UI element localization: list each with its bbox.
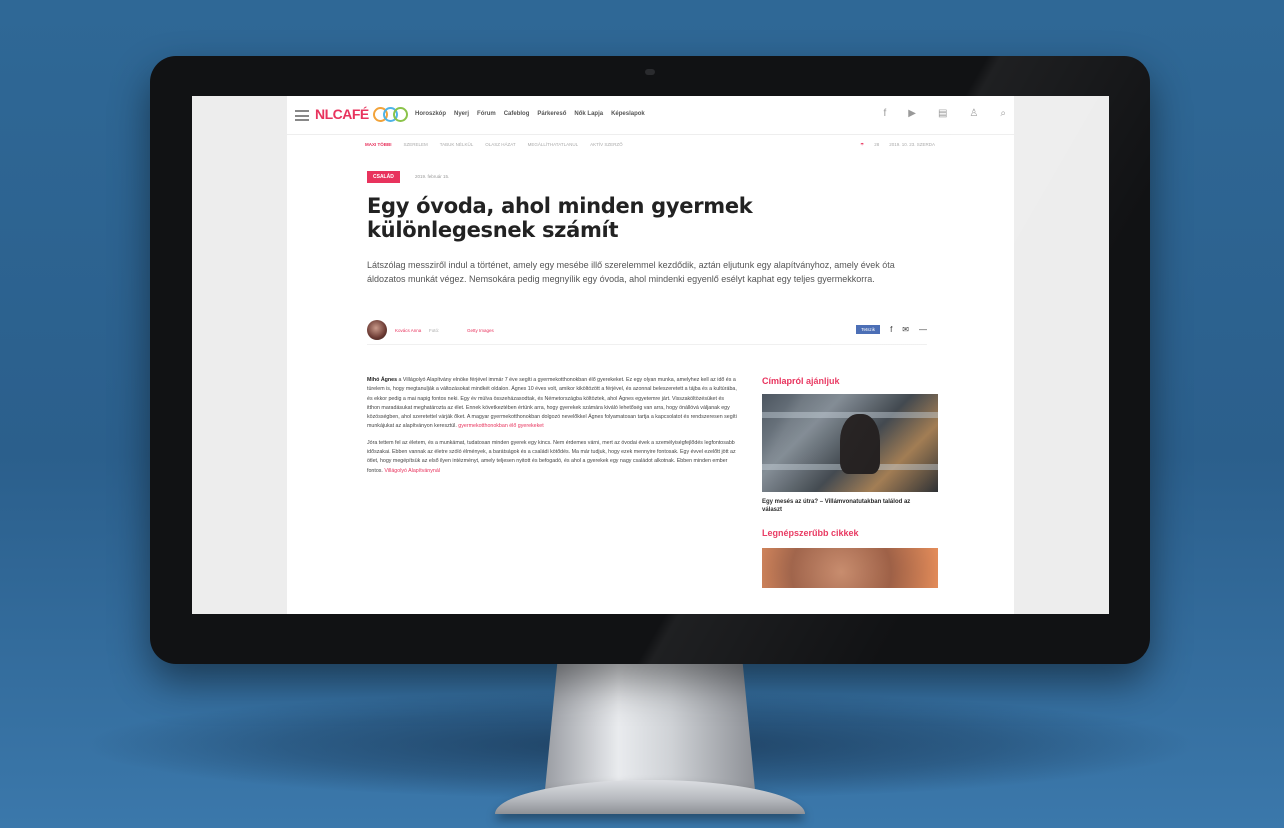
recommended-article-title[interactable]: Egy mesés az útra? – Villámvonatutakban … [762, 498, 922, 514]
paragraph: Jóra tettem fel az életem, és a munkámat… [367, 439, 737, 476]
screen: NLCAFÉ Horoszkóp Nyerj Fórum Cafeblog Pá… [192, 96, 1109, 614]
sub-navigation: MAXI TÖBBI SZERELEM TABUK NÉLKÜL OLASZ H… [365, 142, 935, 154]
popular-article-image[interactable] [762, 548, 938, 588]
sidebar-section-title: Címlapról ajánljuk [762, 376, 840, 386]
site-logo[interactable]: NLCAFÉ [315, 106, 369, 122]
top-navigation: NLCAFÉ Horoszkóp Nyerj Fórum Cafeblog Pá… [287, 96, 1014, 135]
author-avatar[interactable] [367, 320, 387, 340]
paragraph-text: a Villágolyó Alapítvány elnöke férjével … [367, 377, 737, 430]
subnav-item[interactable]: AKTÍV SZERZŐ [590, 142, 623, 154]
subnav-item[interactable]: TABUK NÉLKÜL [440, 142, 473, 154]
nav-link[interactable]: Párkereső [537, 111, 566, 117]
nav-link[interactable]: Képeslapok [611, 111, 645, 117]
email-share-icon[interactable]: ✉ [902, 325, 909, 334]
nav-icons: f ▶ ▤ ♙ ⌕ [883, 108, 1006, 119]
youtube-icon[interactable]: ▶ [908, 108, 916, 119]
article-body: Mihó Ágnes a Villágolyó Alapítvány elnök… [367, 376, 737, 483]
subnav-right: ☂ 28 2019. 10. 23. SZERDA [860, 142, 935, 148]
subnav-item[interactable]: OLASZ HÁZAT [485, 142, 515, 154]
nav-link[interactable]: Horoszkóp [415, 111, 446, 117]
nav-link[interactable]: Cafeblog [504, 111, 530, 117]
recommended-article-image[interactable] [762, 394, 938, 492]
facebook-like-button[interactable]: Tetszik [856, 325, 881, 334]
inline-link[interactable]: gyermekotthonokban élő gyerekeket [458, 423, 543, 429]
nav-links: Horoszkóp Nyerj Fórum Cafeblog Párkereső… [415, 111, 645, 117]
byline-separator: Fotó: [429, 328, 440, 333]
camera-icon [645, 69, 655, 75]
nav-link[interactable]: Nyerj [454, 111, 469, 117]
paragraph-lead-name: Mihó Ágnes [367, 377, 398, 383]
byline: Kovács Anna Fotó: Getty Images Tetszik f… [367, 318, 927, 345]
user-icon[interactable]: ♙ [969, 108, 978, 119]
logo-rings-icon [373, 105, 408, 122]
webpage: NLCAFÉ Horoszkóp Nyerj Fórum Cafeblog Pá… [287, 96, 1014, 614]
subnav-item[interactable]: MEGÁLLÍTHATATLANUL [528, 142, 579, 154]
apple-logo-icon [636, 624, 664, 652]
search-icon[interactable]: ⌕ [1000, 108, 1006, 119]
article-lead: Látszólag messziről indul a történet, am… [367, 260, 895, 284]
current-date: 2019. 10. 23. SZERDA [889, 142, 935, 147]
article-title: Egy óvoda, ahol minden gyermek különlege… [367, 194, 753, 242]
monitor-stand [545, 660, 755, 790]
temperature: 28 [874, 142, 880, 147]
facebook-icon[interactable]: f [883, 108, 886, 119]
subnav-item[interactable]: MAXI TÖBBI [365, 142, 392, 154]
photo-credit[interactable]: Getty Images [467, 328, 494, 333]
paragraph: Mihó Ágnes a Villágolyó Alapítvány elnök… [367, 376, 737, 432]
newsletter-icon[interactable]: ▤ [938, 108, 947, 119]
hamburger-menu-icon[interactable] [295, 110, 309, 121]
facebook-share-icon[interactable]: f [890, 325, 892, 334]
sidebar-section-title: Legnépszerűbb cikkek [762, 528, 859, 538]
weather-icon: ☂ [860, 142, 865, 147]
share-bar: Tetszik f ✉ — [856, 325, 927, 334]
inline-link[interactable]: Villágolyó Alapítványnál [384, 468, 440, 474]
monitor-bezel: NLCAFÉ Horoszkóp Nyerj Fórum Cafeblog Pá… [150, 56, 1150, 664]
category-tag[interactable]: CSALÁD [367, 171, 400, 183]
publish-date: 2019. február 15. [415, 174, 450, 179]
nav-link[interactable]: Nők Lapja [574, 111, 603, 117]
sidebar: Címlapról ajánljuk Egy mesés az útra? – … [762, 376, 938, 588]
nav-link[interactable]: Fórum [477, 111, 496, 117]
author-name[interactable]: Kovács Anna [395, 328, 421, 333]
more-share-icon[interactable]: — [919, 325, 927, 334]
subnav-item[interactable]: SZERELEM [404, 142, 428, 154]
